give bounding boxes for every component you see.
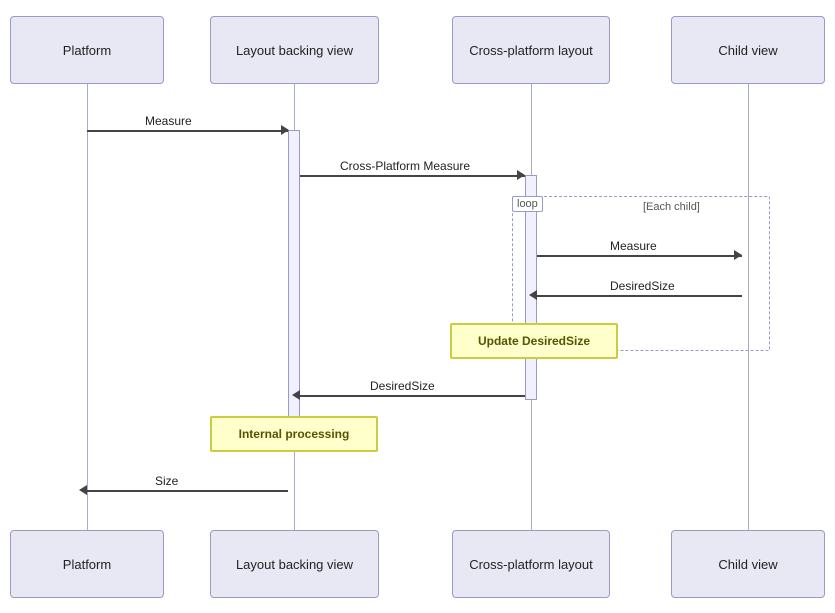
arrowhead-measure-child (734, 250, 742, 260)
loop-condition: [Each child] (643, 201, 700, 213)
label-desired-layout: DesiredSize (370, 379, 435, 393)
arrow-measure-child (537, 255, 742, 257)
arrowhead-cross-measure (517, 170, 525, 180)
arrowhead-desired-layout (292, 390, 300, 400)
label-measure-child: Measure (610, 239, 657, 253)
arrow-size (87, 490, 288, 492)
label-size: Size (155, 474, 178, 488)
arrow-measure-1 (87, 130, 288, 132)
loop-label: loop (512, 196, 543, 212)
label-cross-measure: Cross-Platform Measure (340, 159, 470, 173)
lifeline-platform-bottom: Platform (10, 530, 164, 598)
arrowhead-desired-return (529, 290, 537, 300)
lifeline-platform-top: Platform (10, 16, 164, 84)
arrow-desired-layout (300, 395, 525, 397)
label-measure-1: Measure (145, 114, 192, 128)
lifeline-layout-bottom: Layout backing view (210, 530, 379, 598)
lifeline-cross-platform-bottom: Cross-platform layout (452, 530, 610, 598)
lifeline-layout-top: Layout backing view (210, 16, 379, 84)
diagram-container: Platform Layout backing view Cross-platf… (0, 0, 835, 613)
arrowhead-measure-1 (281, 125, 289, 135)
lifeline-line-platform (87, 84, 88, 530)
arrow-cross-measure (300, 175, 525, 177)
arrow-desired-return (537, 295, 742, 297)
lifeline-cross-platform-top: Cross-platform layout (452, 16, 610, 84)
lifeline-child-top: Child view (671, 16, 825, 84)
label-desired-return: DesiredSize (610, 279, 675, 293)
note-internal: Internal processing (210, 416, 378, 452)
note-update-desired: Update DesiredSize (450, 323, 618, 359)
arrowhead-size (79, 485, 87, 495)
lifeline-child-bottom: Child view (671, 530, 825, 598)
